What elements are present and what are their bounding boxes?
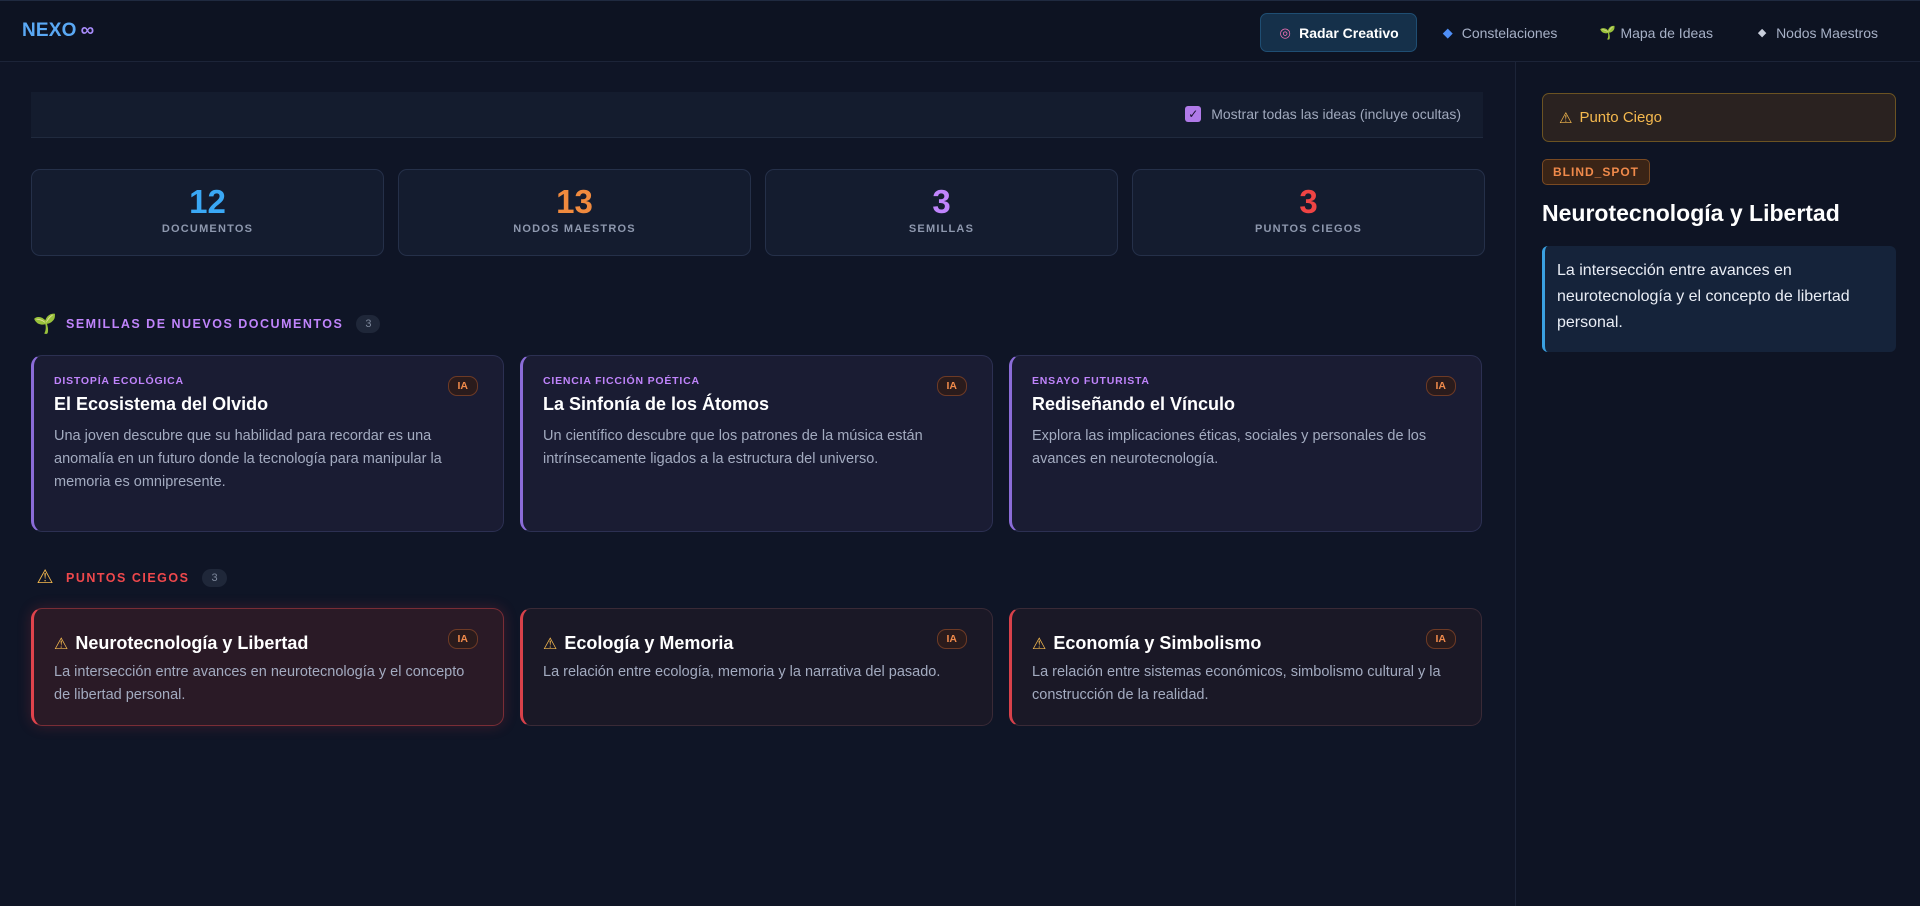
nav-radar-creativo[interactable]: ◎ Radar Creativo <box>1260 13 1417 52</box>
seed-card[interactable]: ENSAYO FUTURISTA Rediseñando el Vínculo … <box>1009 355 1482 532</box>
stat-puntos-ciegos: 3 PUNTOS CIEGOS <box>1132 169 1485 256</box>
nav-constelaciones[interactable]: ◆ Constelaciones <box>1423 13 1576 52</box>
card-description: La relación entre ecología, memoria y la… <box>543 664 941 680</box>
nav-label: Mapa de Ideas <box>1620 24 1714 41</box>
top-bar: NEXO ∞ ◎ Radar Creativo ◆ Constelaciones … <box>0 0 1920 62</box>
card-title: Economía y Simbolismo <box>1053 633 1262 653</box>
ia-badge: IA <box>447 629 478 649</box>
warning-icon: ⚠ <box>543 635 558 653</box>
blind-spot-alert: ⚠ Punto Ciego <box>1542 93 1896 142</box>
stat-label: PUNTOS CIEGOS <box>1254 223 1363 235</box>
card-description: La intersección entre avances en neurote… <box>54 664 465 703</box>
warning-icon: ⚠ <box>54 635 69 653</box>
ia-badge: IA <box>936 629 967 649</box>
blind-spot-card[interactable]: ⚠ Ecología y Memoria La relación entre e… <box>520 608 993 726</box>
count-badge: 3 <box>356 315 381 333</box>
detail-title: Neurotecnología y Libertad <box>1542 200 1840 226</box>
nav-nodos-maestros[interactable]: ◆ Nodos Maestros <box>1737 13 1896 52</box>
detail-description: La intersección entre avances en neurote… <box>1542 246 1896 352</box>
seeds-section-header: 🌱 SEMILLAS DE NUEVOS DOCUMENTOS 3 <box>33 312 381 336</box>
blind-spots-section-header: ⚠ PUNTOS CIEGOS 3 <box>33 566 227 589</box>
card-title: La Sinfonía de los Átomos <box>543 394 770 414</box>
card-description: Una joven descubre que su habilidad para… <box>54 428 442 490</box>
stat-nodos-maestros: 13 NODOS MAESTROS <box>398 169 751 256</box>
card-genre-tag: DISTOPÍA ECOLÓGICA <box>54 375 184 387</box>
card-description: Explora las implicaciones éticas, social… <box>1032 428 1427 467</box>
seed-cards: DISTOPÍA ECOLÓGICA El Ecosistema del Olv… <box>31 355 1482 532</box>
card-title: Neurotecnología y Libertad <box>75 633 309 653</box>
type-tag: BLIND_SPOT <box>1542 159 1651 185</box>
radar-icon: ◎ <box>1279 24 1291 40</box>
stat-label: NODOS MAESTROS <box>513 223 636 235</box>
logo-text: NEXO <box>22 20 77 41</box>
stats-row: 12 DOCUMENTOS 13 NODOS MAESTROS 3 SEMILL… <box>31 169 1485 256</box>
count-badge: 3 <box>202 568 227 587</box>
warning-icon: ⚠ <box>1032 635 1047 653</box>
blind-spot-card[interactable]: ⚠ Economía y Simbolismo La relación entr… <box>1009 608 1482 726</box>
nav-label: Radar Creativo <box>1299 24 1399 41</box>
stat-value: 12 <box>189 183 226 220</box>
ia-badge: IA <box>447 376 478 396</box>
filter-bar: ✓ Mostrar todas las ideas (incluye ocult… <box>31 92 1483 138</box>
alert-label: Punto Ciego <box>1579 109 1663 126</box>
stat-documentos: 12 DOCUMENTOS <box>31 169 384 256</box>
sprout-icon: 🌱 <box>1599 24 1616 40</box>
card-title-row: ⚠ Economía y Simbolismo <box>1032 633 1461 654</box>
stat-label: SEMILLAS <box>908 223 975 235</box>
node-icon: ◆ <box>1757 27 1767 39</box>
nav-label: Nodos Maestros <box>1776 24 1878 41</box>
show-all-checkbox[interactable]: ✓ <box>1185 106 1202 122</box>
card-genre-tag: CIENCIA FICCIÓN POÉTICA <box>543 375 700 387</box>
ia-badge: IA <box>1425 376 1456 396</box>
app-logo[interactable]: NEXO ∞ <box>22 20 94 42</box>
stat-label: DOCUMENTOS <box>161 223 254 235</box>
stat-value: 3 <box>1299 183 1318 220</box>
detail-sidebar: ⚠ Punto Ciego BLIND_SPOT Neurotecnología… <box>1515 62 1920 906</box>
warning-icon: ⚠ <box>1559 109 1573 127</box>
section-title: SEMILLAS DE NUEVOS DOCUMENTOS <box>66 317 344 331</box>
blind-spot-cards: ⚠ Neurotecnología y Libertad La intersec… <box>31 608 1482 726</box>
show-all-label: Mostrar todas las ideas (incluye ocultas… <box>1211 106 1461 122</box>
sprout-icon: 🌱 <box>33 314 57 335</box>
nav-mapa-de-ideas[interactable]: 🌱 Mapa de Ideas <box>1581 13 1731 52</box>
stat-value: 13 <box>556 183 593 220</box>
show-all-toggle[interactable]: ✓ Mostrar todas las ideas (incluye ocult… <box>1185 106 1461 122</box>
card-title-row: ⚠ Neurotecnología y Libertad <box>54 633 483 654</box>
section-title: PUNTOS CIEGOS <box>66 570 190 585</box>
ia-badge: IA <box>936 376 967 396</box>
card-genre-tag: ENSAYO FUTURISTA <box>1032 375 1150 387</box>
blind-spot-card[interactable]: ⚠ Neurotecnología y Libertad La intersec… <box>31 608 504 726</box>
stat-value: 3 <box>932 183 951 220</box>
seed-card[interactable]: CIENCIA FICCIÓN POÉTICA La Sinfonía de l… <box>520 355 993 532</box>
card-description: Un científico descubre que los patrones … <box>543 428 923 467</box>
ia-badge: IA <box>1425 629 1456 649</box>
main-nav: ◎ Radar Creativo ◆ Constelaciones 🌱 Mapa… <box>1260 13 1896 52</box>
nav-label: Constelaciones <box>1461 24 1558 41</box>
stat-semillas: 3 SEMILLAS <box>765 169 1118 256</box>
card-description: La relación entre sistemas económicos, s… <box>1032 664 1441 703</box>
card-title: El Ecosistema del Olvido <box>54 394 269 414</box>
infinity-icon: ∞ <box>80 20 95 41</box>
card-title-row: ⚠ Ecología y Memoria <box>543 633 972 654</box>
main-content: ✓ Mostrar todas las ideas (incluye ocult… <box>0 62 1515 906</box>
diamond-icon: ◆ <box>1442 24 1453 40</box>
seed-card[interactable]: DISTOPÍA ECOLÓGICA El Ecosistema del Olv… <box>31 355 504 532</box>
card-title: Rediseñando el Vínculo <box>1032 394 1236 414</box>
card-title: Ecología y Memoria <box>564 633 734 653</box>
warning-icon: ⚠ <box>36 567 54 588</box>
